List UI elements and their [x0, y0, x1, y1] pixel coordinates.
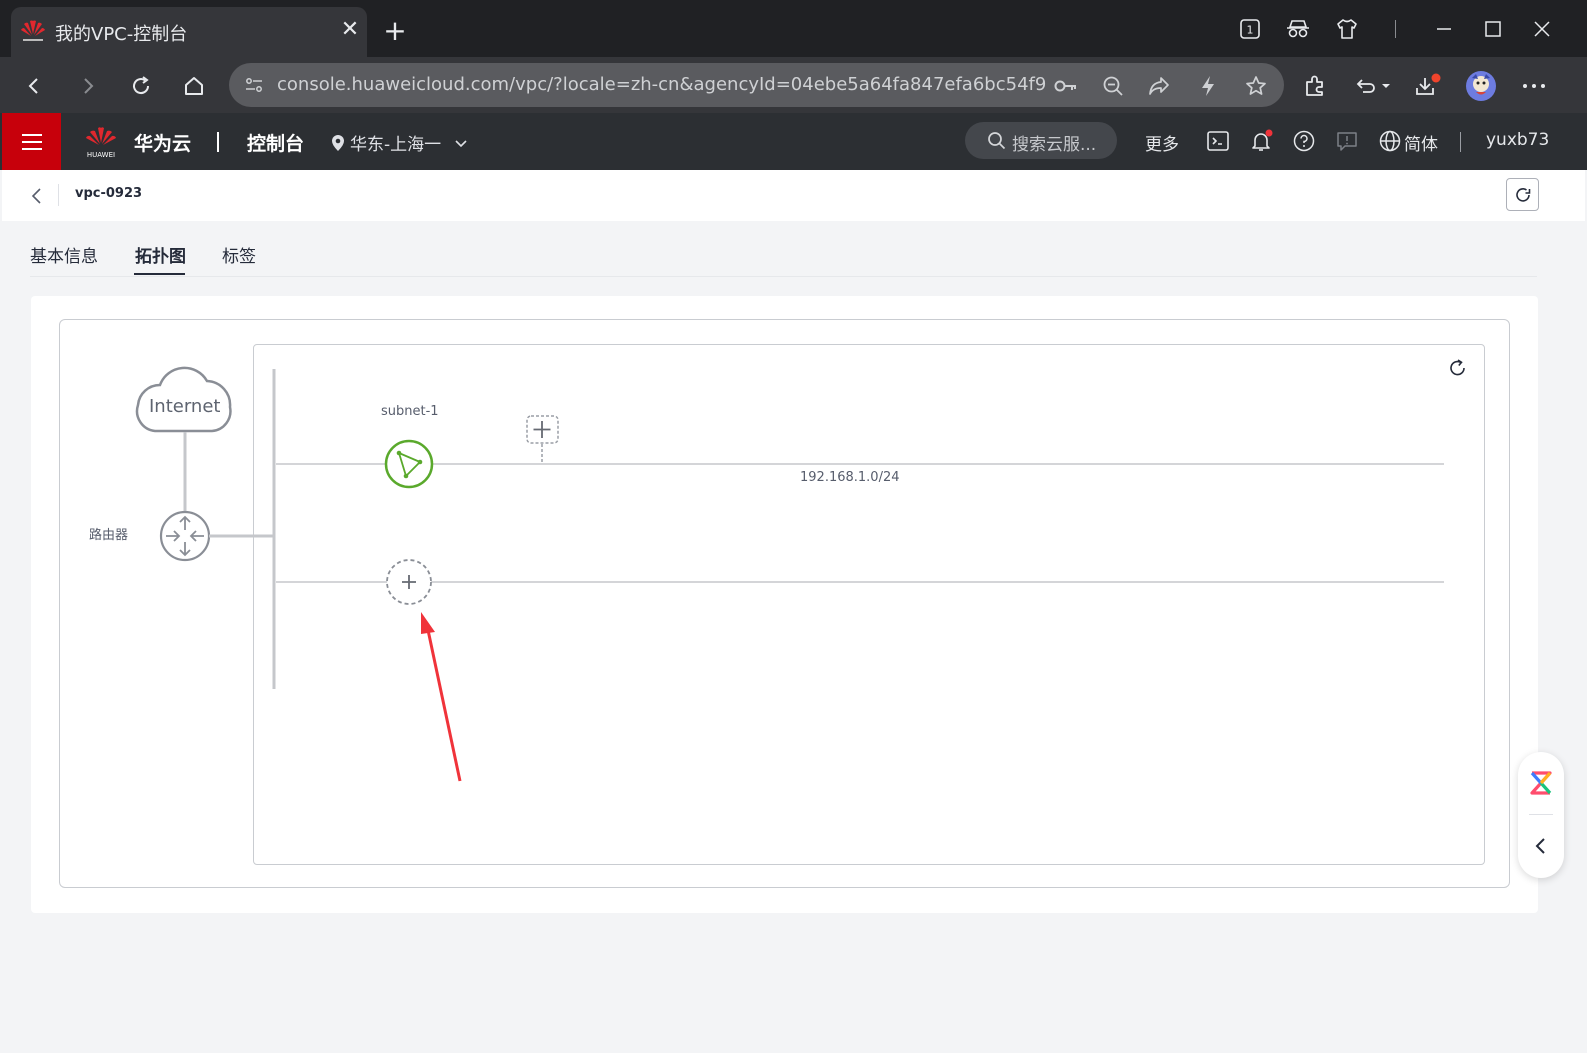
subnet-name-label[interactable]: subnet-1 — [381, 404, 439, 419]
add-subnet-icon[interactable] — [386, 559, 432, 605]
annotation-arrow — [421, 612, 462, 782]
subnet-1-node-icon[interactable] — [384, 439, 434, 489]
floating-assistant-panel — [1518, 752, 1564, 878]
add-resource-icon[interactable] — [526, 415, 559, 463]
subnet-cidr-label: 192.168.1.0/24 — [800, 470, 900, 485]
panel-divider — [1529, 814, 1553, 815]
topology-diagram — [135, 359, 1465, 782]
chevron-left-icon[interactable] — [1533, 836, 1549, 856]
internet-label: Internet — [149, 396, 221, 417]
router-icon[interactable] — [159, 510, 211, 562]
assistant-logo-icon[interactable] — [1529, 770, 1553, 796]
diagram-refresh-icon[interactable] — [1450, 359, 1465, 376]
router-label: 路由器 — [89, 528, 129, 543]
